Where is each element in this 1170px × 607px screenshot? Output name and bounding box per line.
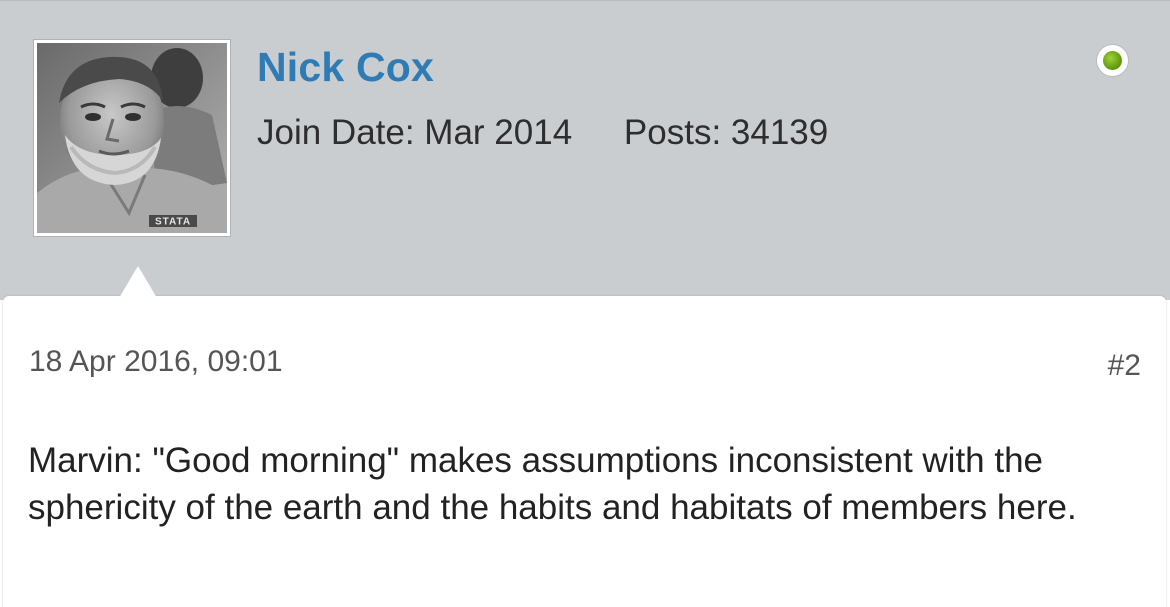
author-meta: Join Date: Mar 2014 Posts: 34139 [257, 111, 828, 155]
post-date: 18 Apr 2016, 09:01 [29, 345, 283, 378]
speech-pointer [119, 266, 157, 298]
avatar[interactable]: STATA [33, 39, 231, 237]
avatar-photo: STATA [37, 43, 227, 233]
online-status-icon [1097, 45, 1128, 76]
post-number-link[interactable]: #2 [1108, 348, 1141, 384]
post-author-header: STATA Nick Cox Join Date: Mar 2014 Posts… [0, 0, 1170, 300]
post-body: Marvin: "Good morning" makes assumptions… [28, 441, 1077, 527]
forum-post-page: STATA Nick Cox Join Date: Mar 2014 Posts… [0, 0, 1170, 607]
author-name-link[interactable]: Nick Cox [257, 43, 434, 91]
join-date: Join Date: Mar 2014 [257, 113, 573, 152]
post-count: Posts: 34139 [623, 113, 829, 152]
post-card: 18 Apr 2016, 09:01 #2 Marvin: "Good morn… [3, 296, 1166, 607]
svg-text:STATA: STATA [155, 217, 191, 228]
